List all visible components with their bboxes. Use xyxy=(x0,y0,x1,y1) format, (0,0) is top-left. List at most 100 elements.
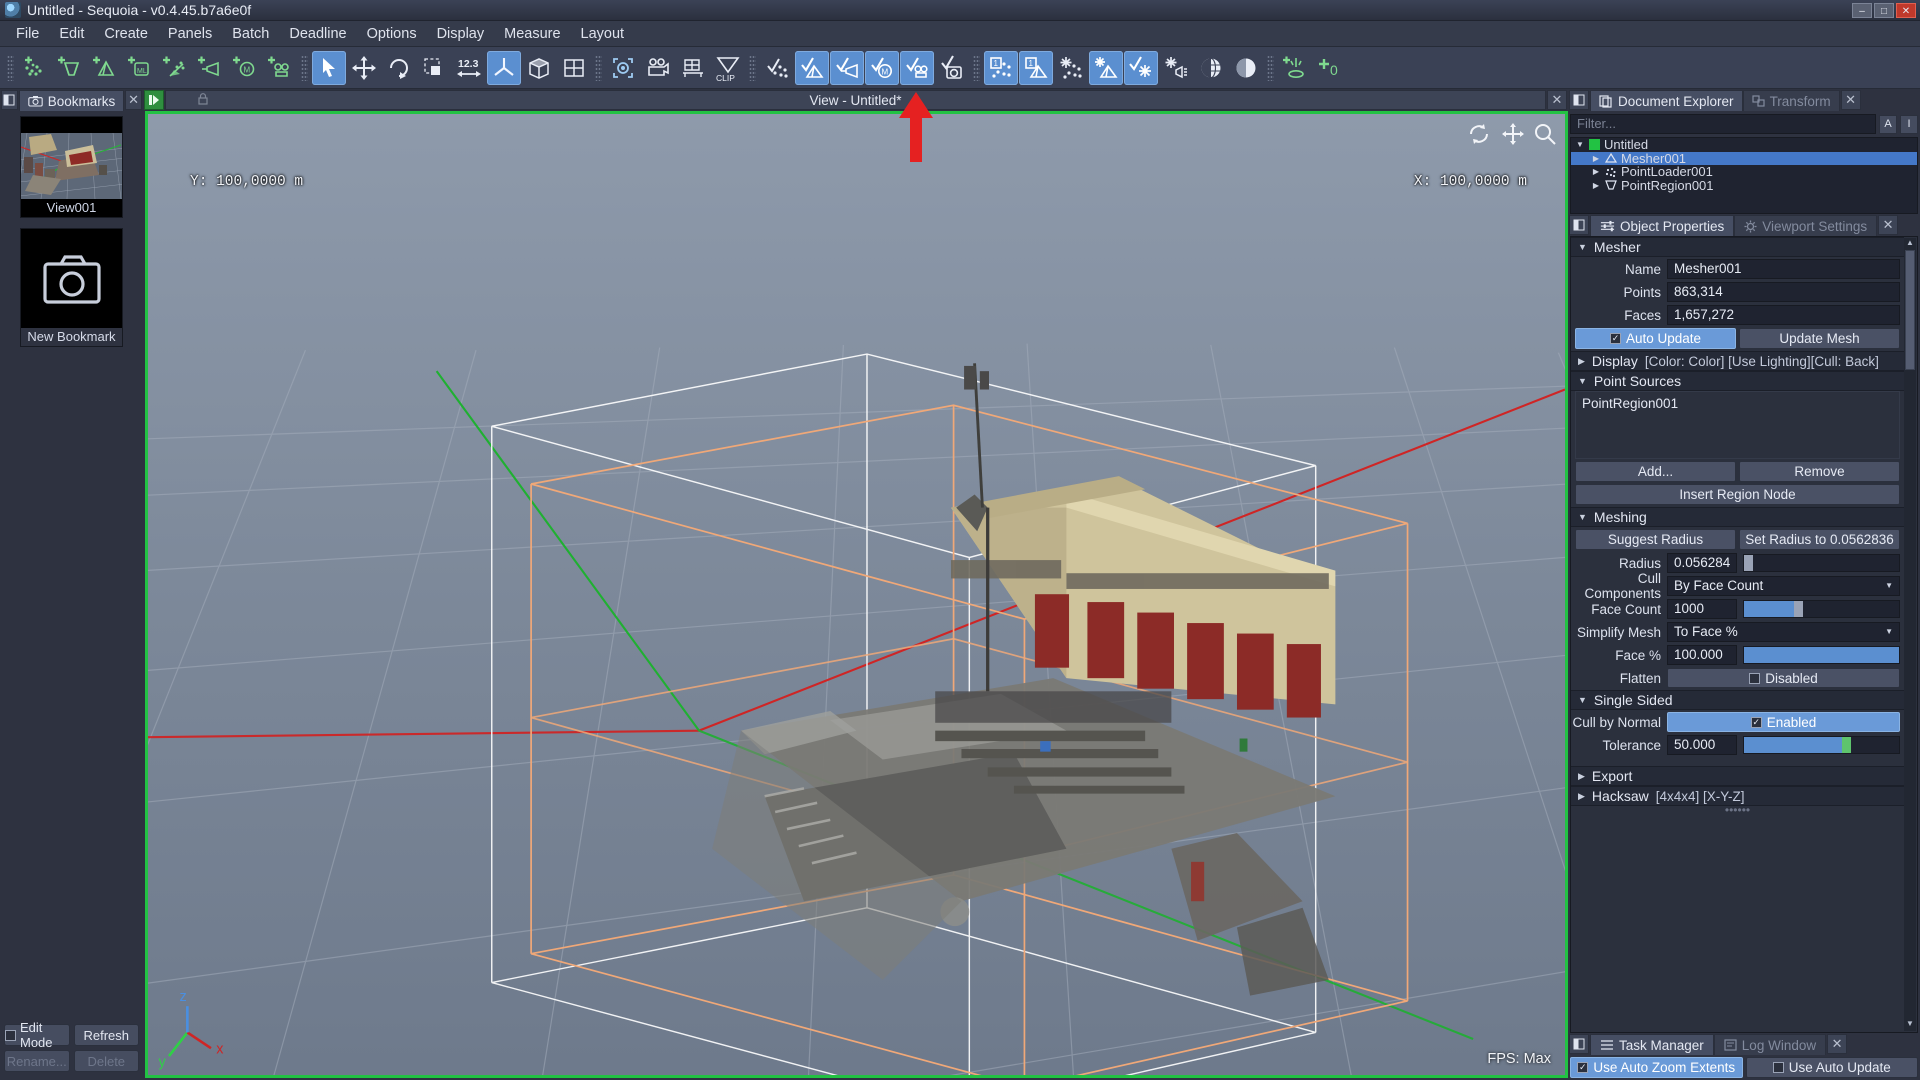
refresh-button[interactable]: Refresh xyxy=(73,1024,139,1046)
axis-tripod-button[interactable] xyxy=(487,50,521,85)
toolbar-group-handle[interactable] xyxy=(595,54,602,81)
maximize-button[interactable]: □ xyxy=(1874,2,1894,18)
toolbar-group-handle[interactable] xyxy=(301,54,308,81)
filter-input[interactable]: Filter... xyxy=(1570,114,1876,134)
tab-log-window[interactable]: Log Window xyxy=(1713,1034,1827,1055)
scene-tree[interactable]: ▼ Untitled ▶ Mesher001 ▶ PointLoader001 ▶ Point… xyxy=(1570,137,1918,214)
add-mesher-button[interactable] xyxy=(88,51,122,85)
delete-button[interactable]: Delete xyxy=(73,1050,139,1072)
select-tool-button[interactable] xyxy=(312,50,346,85)
star-points-button[interactable] xyxy=(1054,51,1088,85)
tree-twisty-icon[interactable]: ▶ xyxy=(1591,181,1601,190)
dock-pin-icon[interactable] xyxy=(1,90,18,110)
orbit-icon[interactable] xyxy=(1467,122,1491,150)
add-point-cloud-button[interactable] xyxy=(18,51,52,85)
toolbar-group-handle[interactable] xyxy=(749,54,756,81)
explorer-close-icon[interactable]: ✕ xyxy=(1840,90,1861,110)
rollup-meshing[interactable]: ▼ Meshing xyxy=(1571,507,1904,527)
menu-item-options[interactable]: Options xyxy=(357,23,427,45)
tolerance-slider[interactable] xyxy=(1743,736,1900,754)
pan-icon[interactable] xyxy=(1501,122,1525,150)
toggle-camera-visible-button[interactable] xyxy=(935,51,969,85)
face-pct-slider[interactable] xyxy=(1743,646,1900,664)
scroll-down-arrow[interactable]: ▼ xyxy=(1906,1019,1914,1031)
bench-button[interactable] xyxy=(676,51,710,85)
rollup-export[interactable]: ▶ Export xyxy=(1571,766,1904,786)
task-manager-close-icon[interactable]: ✕ xyxy=(1827,1034,1848,1054)
tree-twisty-icon[interactable]: ▶ xyxy=(1591,167,1601,176)
properties-scrollbar[interactable]: ▲ ▼ xyxy=(1904,238,1916,1031)
tab-document-explorer[interactable]: Document Explorer xyxy=(1590,90,1743,111)
solid-box-button[interactable] xyxy=(522,51,556,85)
add-marker-button[interactable]: M xyxy=(228,51,262,85)
bookmarks-close-icon[interactable]: ✕ xyxy=(125,90,142,110)
tree-item-untitled[interactable]: ▼ Untitled xyxy=(1571,138,1917,152)
rollup-mesher[interactable]: ▼ Mesher xyxy=(1571,237,1904,257)
rename-button[interactable]: Rename... xyxy=(4,1050,70,1072)
explorer-pin-icon[interactable] xyxy=(1569,90,1589,110)
tree-twisty-icon[interactable]: ▼ xyxy=(1575,140,1585,149)
cull-components-select[interactable]: By Face Count ▼ xyxy=(1667,576,1900,596)
face-count-input[interactable]: 1000 xyxy=(1667,599,1737,619)
toolbar-group-handle[interactable] xyxy=(973,54,980,81)
add-light-button[interactable] xyxy=(1278,51,1312,85)
tolerance-input[interactable]: 50.000 xyxy=(1667,735,1737,755)
sphere-shading-button[interactable] xyxy=(1229,51,1263,85)
panel-resize-handle[interactable]: •••••• xyxy=(1571,804,1904,816)
menu-item-measure[interactable]: Measure xyxy=(494,23,570,45)
viewport-close-icon[interactable]: ✕ xyxy=(1547,90,1567,110)
remove-point-source-button[interactable]: Remove xyxy=(1739,461,1900,482)
face-count-slider-knob[interactable] xyxy=(1793,601,1803,617)
tab-object-properties[interactable]: Object Properties xyxy=(1590,215,1735,236)
face-count-slider[interactable] xyxy=(1743,600,1900,618)
filter-all-button[interactable]: A xyxy=(1879,114,1897,134)
viewport-titlebar[interactable]: View - Untitled* xyxy=(165,90,1546,110)
rollup-point-sources[interactable]: ▼ Point Sources xyxy=(1571,371,1904,391)
toolbar-group-handle[interactable] xyxy=(7,54,14,81)
star-light-button[interactable] xyxy=(1159,51,1193,85)
suggest-radius-button[interactable]: Suggest Radius xyxy=(1575,529,1736,550)
measure-tool-button[interactable]: 12.3 xyxy=(452,51,486,85)
close-button[interactable]: ✕ xyxy=(1896,2,1916,18)
label-mesh-button[interactable]: 1 xyxy=(1019,50,1053,85)
tree-item-mesher001[interactable]: ▶ Mesher001 xyxy=(1571,151,1917,166)
menu-item-deadline[interactable]: Deadline xyxy=(279,23,356,45)
globe-shading-button[interactable] xyxy=(1194,51,1228,85)
minimize-button[interactable]: – xyxy=(1852,2,1872,18)
face-pct-input[interactable]: 100.000 xyxy=(1667,645,1737,665)
new-bookmark-item[interactable]: New Bookmark xyxy=(20,228,123,347)
radius-slider[interactable] xyxy=(1743,554,1900,572)
grid-button[interactable] xyxy=(557,51,591,85)
tab-viewport-settings[interactable]: Viewport Settings xyxy=(1734,215,1878,236)
move-tool-button[interactable] xyxy=(347,51,381,85)
menu-item-display[interactable]: Display xyxy=(427,23,495,45)
toggle-mesh-visible-button[interactable] xyxy=(795,50,829,85)
add-point-splat-button[interactable] xyxy=(158,51,192,85)
toggle-points-visible-button[interactable] xyxy=(760,51,794,85)
tab-transform[interactable]: Transform xyxy=(1742,90,1840,111)
flatten-toggle[interactable]: Disabled xyxy=(1667,668,1900,688)
scroll-up-arrow[interactable]: ▲ xyxy=(1906,238,1914,250)
clip-funnel-button[interactable]: CLIP xyxy=(711,51,745,85)
scale-tool-button[interactable] xyxy=(417,51,451,85)
rollup-display[interactable]: ▶ Display [Color: Color] [Use Lighting][… xyxy=(1571,351,1904,371)
add-scanner-button[interactable] xyxy=(263,51,297,85)
insert-region-node-button[interactable]: Insert Region Node xyxy=(1575,484,1900,505)
use-auto-update-toggle[interactable]: Use Auto Update xyxy=(1745,1057,1918,1078)
star-mesh-button[interactable] xyxy=(1089,50,1123,85)
add-point-region-button[interactable] xyxy=(53,51,87,85)
add-frustum-button[interactable] xyxy=(193,51,227,85)
menu-item-layout[interactable]: Layout xyxy=(571,23,635,45)
add-zero-marker-button[interactable]: 0 xyxy=(1313,51,1347,85)
viewport-3d[interactable]: y x z Y: 100,0000 m X: 100,0000 m FPS: M… xyxy=(145,111,1568,1078)
use-auto-zoom-extents-toggle[interactable]: ✓ Use Auto Zoom Extents xyxy=(1570,1057,1743,1078)
auto-update-checkbox[interactable]: ✓ Auto Update xyxy=(1575,328,1736,349)
play-animation-icon[interactable] xyxy=(144,90,164,110)
toggle-marker-visible-button[interactable]: M xyxy=(865,50,899,85)
radius-input[interactable]: 0.056284 xyxy=(1667,553,1737,573)
bookmark-item[interactable]: View001 xyxy=(20,116,123,218)
edit-mode-checkbox[interactable]: Edit Mode xyxy=(4,1020,70,1050)
add-point-source-button[interactable]: Add... xyxy=(1575,461,1736,482)
tree-twisty-icon[interactable]: ▶ xyxy=(1591,154,1601,163)
scrollbar-thumb[interactable] xyxy=(1905,250,1915,370)
